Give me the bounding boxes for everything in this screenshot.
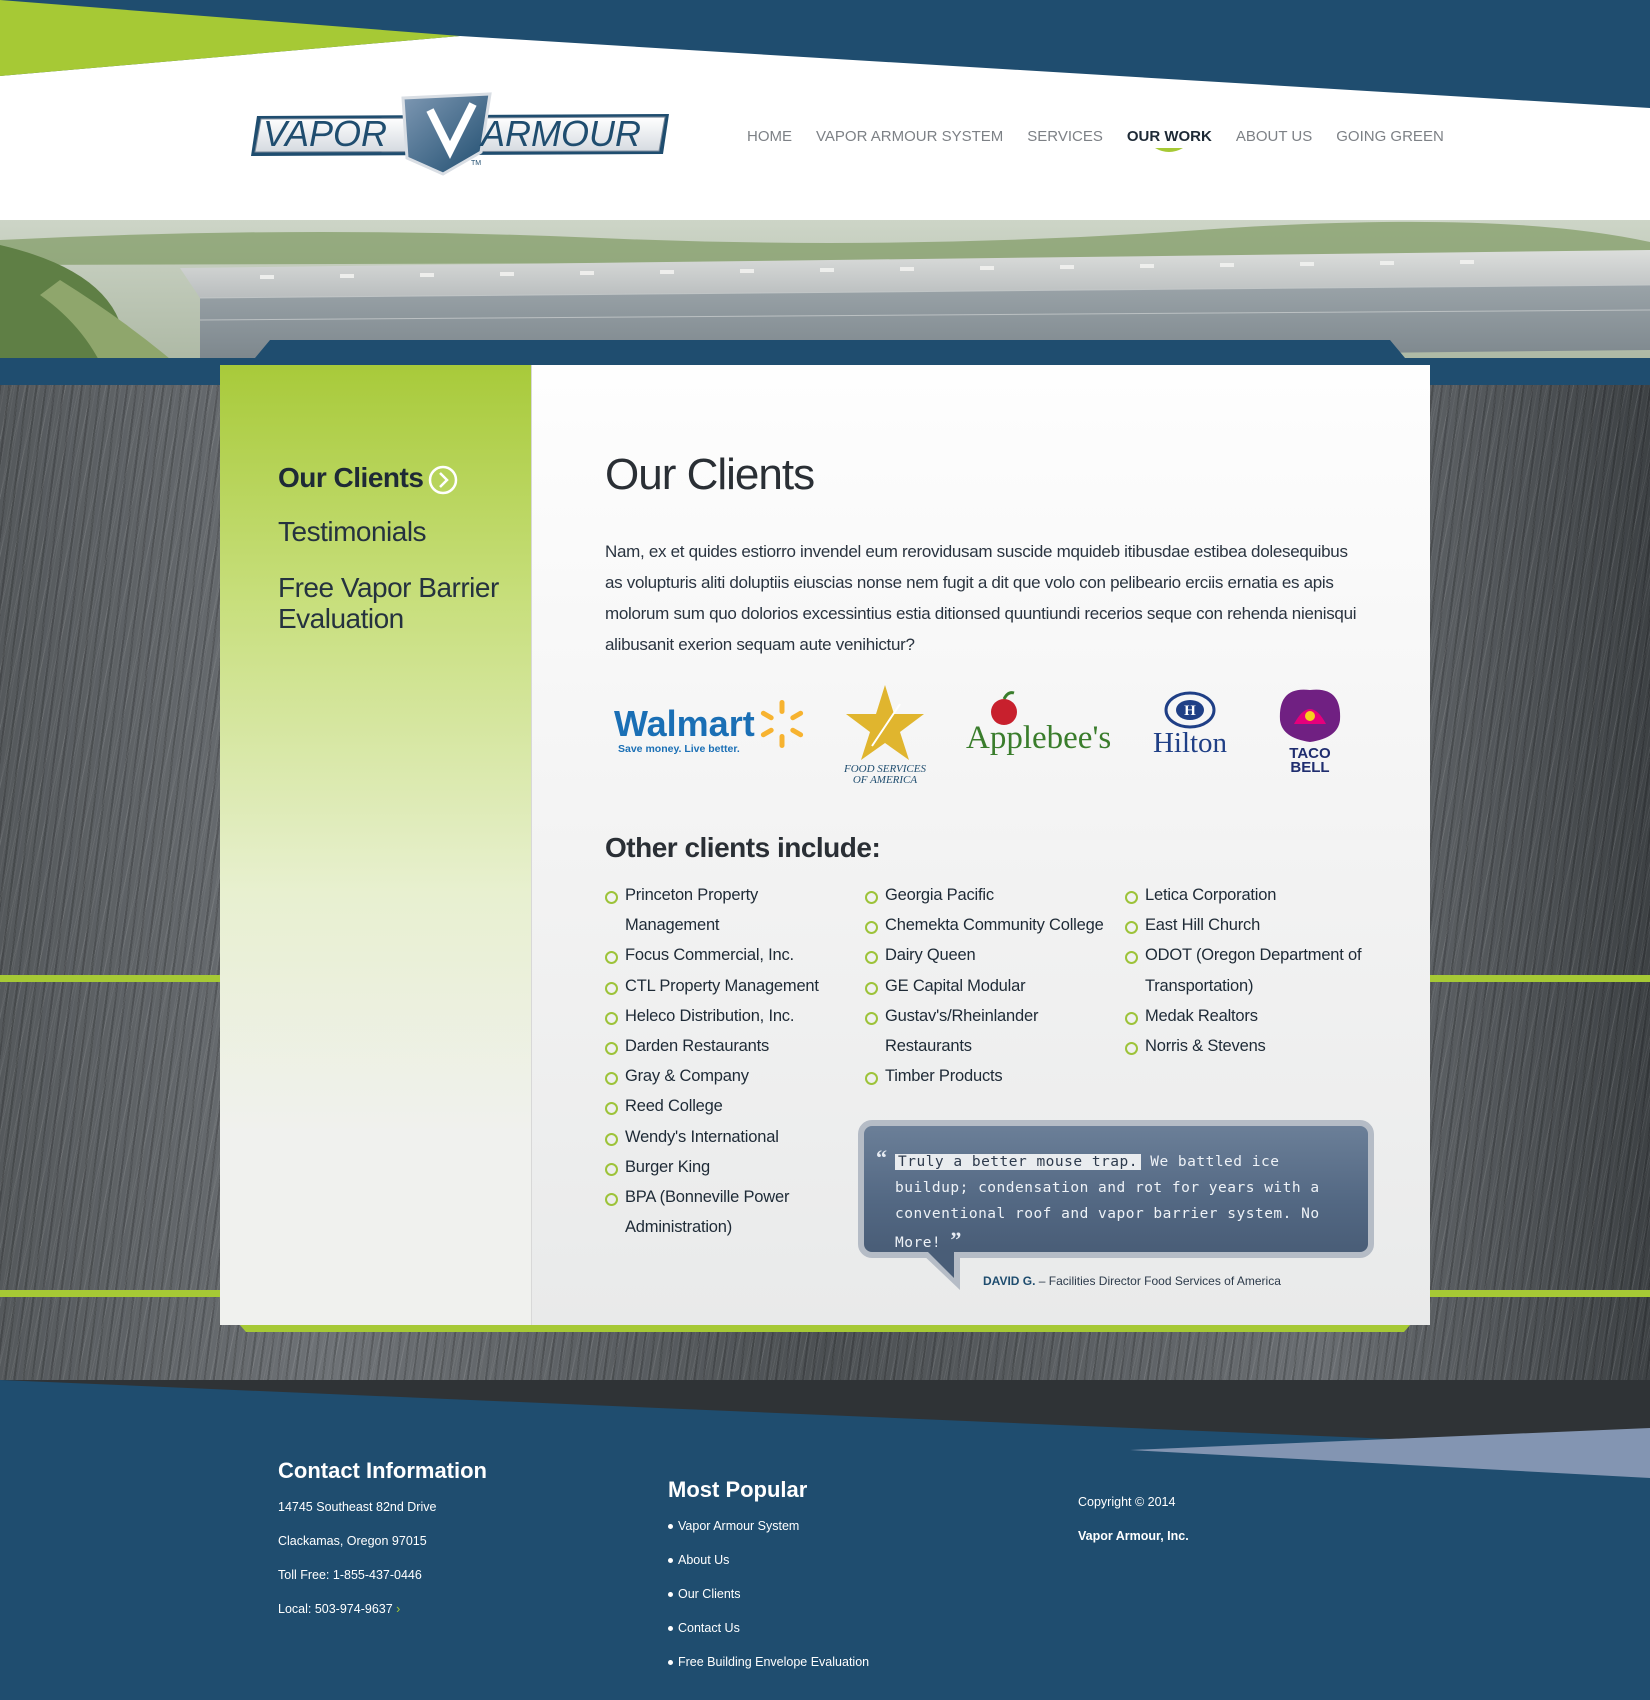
- list-item: Dairy Queen: [865, 940, 1115, 970]
- list-item: Letica Corporation: [1125, 880, 1365, 910]
- sidebar-item-free-evaluation[interactable]: Free Vapor Barrier Evaluation: [278, 572, 508, 634]
- svg-text:Save money. Live better.: Save money. Live better.: [618, 743, 740, 755]
- footer-link-vapor-armour-system[interactable]: Vapor Armour System: [668, 1519, 799, 1533]
- list-item: Medak Realtors: [1125, 1001, 1365, 1031]
- svg-text:H: H: [1184, 703, 1196, 719]
- svg-text:BELL: BELL: [1290, 759, 1329, 776]
- other-clients-heading: Other clients include:: [605, 832, 881, 863]
- contact-heading: Contact Information: [278, 1458, 487, 1483]
- active-indicator-icon: [1155, 148, 1184, 152]
- hilton-logo: H Hilton: [1153, 691, 1228, 759]
- list-item: East Hill Church: [1125, 910, 1365, 940]
- footer-link-contact-us[interactable]: Contact Us: [668, 1621, 740, 1635]
- company-name: Vapor Armour, Inc.: [1078, 1529, 1189, 1543]
- contact-tollfree: Toll Free: 1-855-437-0446: [278, 1568, 422, 1582]
- footer-link-about-us[interactable]: About Us: [668, 1553, 729, 1567]
- list-item: BPA (Bonneville Power Administration): [605, 1182, 845, 1242]
- bullet-icon: [668, 1592, 673, 1598]
- list-item: Darden Restaurants: [605, 1031, 845, 1061]
- sidebar: [220, 365, 532, 1325]
- client-logos: Walmart Save money. Live better. FOOD SE…: [614, 685, 1341, 786]
- testimonial-role: – Facilities Director Food Services of A…: [1035, 1274, 1281, 1288]
- footer-link-label: About Us: [678, 1553, 730, 1567]
- contact-address2: Clackamas, Oregon 97015: [278, 1534, 427, 1548]
- chevron-right-icon: ›: [396, 1602, 401, 1616]
- bullet-icon: [668, 1660, 673, 1666]
- svg-text:Hilton: Hilton: [1153, 727, 1228, 759]
- applebees-logo: Applebee's: [966, 691, 1111, 756]
- intro-paragraph: Nam, ex et quides estiorro invendel eum …: [605, 542, 1357, 654]
- open-quote-icon: “: [876, 1145, 887, 1170]
- bullet-icon: [668, 1626, 673, 1632]
- contact-local[interactable]: Local: 503-974-9637 ›: [278, 1602, 400, 1616]
- list-item: Wendy's International: [605, 1122, 845, 1152]
- footer-link-label: Free Building Envelope Evaluation: [678, 1655, 870, 1669]
- logo-tm: TM: [471, 160, 481, 167]
- footer-swoosh: [0, 1380, 1650, 1478]
- sidebar-item-testimonials[interactable]: Testimonials: [278, 516, 427, 548]
- list-item: Heleco Distribution, Inc.: [605, 1001, 845, 1031]
- contact-address1: 14745 Southeast 82nd Drive: [278, 1500, 437, 1514]
- popular-heading: Most Popular: [668, 1477, 808, 1502]
- list-item: Focus Commercial, Inc.: [605, 940, 845, 970]
- list-item: Norris & Stevens: [1125, 1031, 1365, 1061]
- svg-text:Applebee's: Applebee's: [966, 720, 1111, 756]
- list-item: Princeton Property Management: [605, 880, 845, 940]
- nav-our-work[interactable]: OUR WORK: [1115, 128, 1224, 152]
- testimonial-highlight: Truly a better mouse trap.: [895, 1154, 1141, 1170]
- svg-text:Walmart: Walmart: [614, 703, 755, 744]
- nav-going-green[interactable]: GOING GREEN: [1324, 128, 1456, 145]
- list-item: ODOT (Oregon Department of Transportatio…: [1125, 940, 1365, 1000]
- close-quote-icon: ”: [950, 1227, 962, 1252]
- vapor-armour-logo[interactable]: VAPOR ARMOUR TM: [245, 92, 681, 182]
- food-services-of-america-logo: FOOD SERVICES OF AMERICA: [843, 685, 926, 786]
- list-item: Gray & Company: [605, 1061, 845, 1091]
- list-item: Chemekta Community College: [865, 910, 1115, 940]
- sidebar-item-our-clients[interactable]: Our Clients: [278, 462, 424, 494]
- chevron-right-icon: [428, 465, 458, 495]
- list-item: Timber Products: [865, 1061, 1115, 1091]
- nav-home[interactable]: HOME: [735, 128, 804, 145]
- page-title: Our Clients: [605, 450, 815, 499]
- list-item: CTL Property Management: [605, 971, 845, 1001]
- footer-link-label: Vapor Armour System: [678, 1519, 800, 1533]
- logo-left-text: VAPOR: [263, 113, 387, 154]
- testimonial-text: Truly a better mouse trap. We battled ic…: [895, 1149, 1355, 1256]
- nav-services[interactable]: SERVICES: [1015, 128, 1115, 145]
- contact-local-text: Local: 503-974-9637: [278, 1602, 393, 1616]
- logo-right-text: ARMOUR: [479, 113, 641, 154]
- clients-list-col2: Georgia Pacific Chemekta Community Colle…: [865, 880, 1115, 1091]
- clients-list-col1: Princeton Property Management Focus Comm…: [605, 880, 845, 1242]
- list-item: GE Capital Modular: [865, 971, 1115, 1001]
- main-nav: HOME VAPOR ARMOUR SYSTEM SERVICES OUR WO…: [735, 128, 1456, 152]
- nav-about-us[interactable]: ABOUT US: [1224, 128, 1324, 145]
- nav-our-work-label: OUR WORK: [1126, 128, 1212, 145]
- footer-link-free-evaluation[interactable]: Free Building Envelope Evaluation: [668, 1655, 869, 1669]
- bullet-icon: [668, 1558, 673, 1564]
- nav-vapor-armour-system[interactable]: VAPOR ARMOUR SYSTEM: [804, 128, 1015, 145]
- list-item: Reed College: [605, 1091, 845, 1121]
- speech-tail-icon: [920, 1252, 960, 1290]
- footer-link-our-clients[interactable]: Our Clients: [668, 1587, 741, 1601]
- clients-list-col3: Letica Corporation East Hill Church ODOT…: [1125, 880, 1365, 1061]
- list-item: Burger King: [605, 1152, 845, 1182]
- footer: [0, 1380, 1650, 1700]
- copyright: Copyright © 2014: [1078, 1495, 1176, 1509]
- walmart-logo: Walmart Save money. Live better.: [614, 700, 804, 755]
- testimonial-author: DAVID G.: [983, 1274, 1036, 1288]
- svg-text:OF AMERICA: OF AMERICA: [853, 774, 918, 786]
- bullet-icon: [668, 1524, 673, 1530]
- footer-link-label: Contact Us: [678, 1621, 740, 1635]
- footer-link-label: Our Clients: [678, 1587, 741, 1601]
- list-item: Gustav's/Rheinlander Restaurants: [865, 1001, 1115, 1061]
- taco-bell-logo: TACO BELL: [1279, 689, 1341, 776]
- list-item: Georgia Pacific: [865, 880, 1115, 910]
- testimonial-attribution: DAVID G. – Facilities Director Food Serv…: [983, 1274, 1281, 1288]
